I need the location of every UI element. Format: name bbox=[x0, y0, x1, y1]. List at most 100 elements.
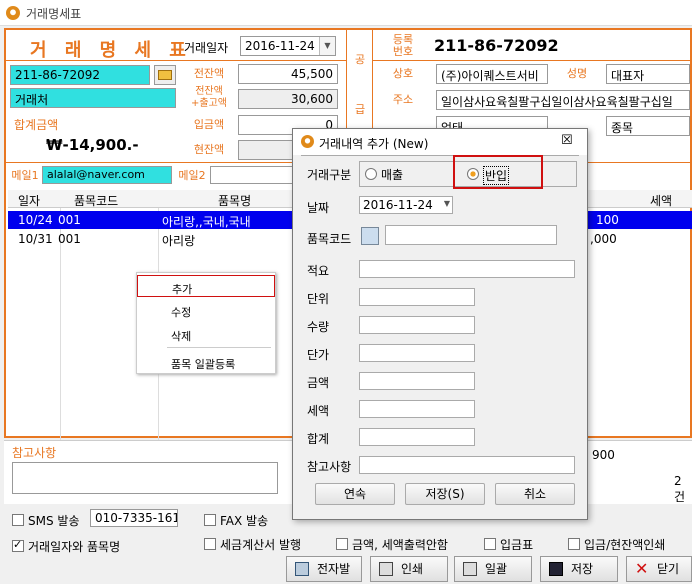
company-field[interactable]: (주)아이퀘스트서비 bbox=[436, 64, 548, 84]
total-field[interactable] bbox=[359, 428, 475, 446]
dialog-title: 거래내역 추가 (New) bbox=[319, 137, 429, 151]
summary-field[interactable] bbox=[359, 260, 575, 278]
prev-add-field: 30,600 bbox=[238, 89, 338, 109]
tax-label: 세액 bbox=[307, 404, 330, 418]
print-button[interactable]: 인쇄 bbox=[370, 556, 448, 582]
close-icon: ✕ bbox=[635, 559, 649, 578]
bulk-label: 일괄 bbox=[485, 562, 508, 576]
memo-right-count: 2건 bbox=[674, 474, 686, 504]
total-label: 합계 bbox=[307, 432, 330, 446]
amount-label: 금액 bbox=[307, 376, 330, 390]
buyer-biz-no[interactable]: 211-86-72092 bbox=[10, 65, 150, 85]
menu-separator bbox=[167, 347, 271, 348]
save-label: 저장 bbox=[571, 562, 594, 576]
menu-item-bulk-register[interactable]: 품목 일괄등록 bbox=[137, 351, 275, 373]
cell-tax: 100 bbox=[596, 213, 619, 227]
total-label: 합계금액 bbox=[14, 118, 59, 132]
deposit-label: 입금표 bbox=[500, 538, 534, 552]
deposit-checkbox[interactable] bbox=[484, 538, 496, 550]
cell-name: 아리랑 bbox=[162, 234, 196, 248]
ebill-button[interactable]: 전자발행 bbox=[286, 556, 362, 582]
fax-checkbox[interactable] bbox=[204, 514, 216, 526]
code-field[interactable] bbox=[385, 225, 557, 245]
address-label: 주소 bbox=[392, 93, 414, 106]
type-label: 거래구분 bbox=[307, 168, 352, 182]
fax-label: FAX 발송 bbox=[220, 514, 269, 528]
cancel-button[interactable]: 취소 bbox=[495, 483, 575, 505]
cell-name: 아리랑,,국내,국내 bbox=[162, 215, 251, 229]
qty-field[interactable] bbox=[359, 316, 475, 334]
app-icon bbox=[301, 135, 314, 148]
dialog-title-bar: 거래내역 추가 (New) ☒ bbox=[293, 129, 587, 155]
sms-phone-field[interactable]: 010-7335-1616 bbox=[90, 509, 178, 527]
window-title: 거래명세표 bbox=[26, 7, 82, 21]
divider bbox=[6, 60, 346, 61]
menu-item-delete[interactable]: 삭제 bbox=[137, 323, 275, 345]
search-icon[interactable] bbox=[361, 227, 379, 245]
memo-field[interactable] bbox=[359, 456, 575, 474]
address-field[interactable]: 일이삼사요육칠팔구십일이삼사요육칠팔구십일 bbox=[436, 90, 690, 110]
continue-button[interactable]: 연속 bbox=[315, 483, 395, 505]
supplier-side-char: 공 bbox=[354, 53, 366, 66]
amount-print-checkbox[interactable] bbox=[336, 538, 348, 550]
ceo-field[interactable]: 대표자 bbox=[606, 64, 690, 84]
radio-sale[interactable] bbox=[365, 168, 377, 180]
reg-no-label: 등록 번호 bbox=[392, 33, 414, 58]
date-value: 2016-11-24 bbox=[245, 39, 315, 53]
price-field[interactable] bbox=[359, 344, 475, 362]
memo-label: 참고사항 bbox=[307, 460, 352, 474]
memo-field[interactable] bbox=[12, 462, 278, 494]
ebill-label: 전자발행 bbox=[317, 562, 351, 576]
sms-label: SMS 발송 bbox=[28, 514, 80, 528]
app-icon bbox=[6, 6, 20, 20]
save-button[interactable]: 저장(S) bbox=[405, 483, 485, 505]
amount-print-label: 금액, 세액출력안함 bbox=[352, 538, 448, 552]
email2-label: 메일2 bbox=[178, 169, 206, 182]
divider bbox=[372, 60, 690, 61]
date-item-checkbox[interactable] bbox=[12, 538, 24, 552]
save-button[interactable]: 저장 bbox=[540, 556, 618, 582]
cell-tax: ,000 bbox=[590, 232, 617, 246]
date-label: 거래일자 bbox=[184, 41, 229, 55]
date-label: 날짜 bbox=[307, 201, 330, 215]
buyer-name[interactable]: 거래처 bbox=[10, 88, 176, 108]
print-label: 인쇄 bbox=[401, 562, 424, 576]
unit-field[interactable] bbox=[359, 288, 475, 306]
deposit-balance-checkbox[interactable] bbox=[568, 538, 580, 550]
return-label: 반입 bbox=[483, 166, 510, 185]
amount-field[interactable] bbox=[359, 372, 475, 390]
document-title: 거 래 명 세 표 bbox=[30, 40, 192, 61]
folder-icon[interactable] bbox=[154, 65, 176, 85]
col-code[interactable]: 품목코드 bbox=[74, 192, 118, 209]
email1-field[interactable]: alalal@naver.com bbox=[42, 166, 172, 184]
menu-item-edit[interactable]: 수정 bbox=[137, 299, 275, 321]
memo-right-value: 900 bbox=[592, 448, 615, 462]
floppy-icon bbox=[549, 562, 563, 576]
deposit-balance-label: 입금/현잔액인쇄 bbox=[584, 538, 666, 552]
sms-checkbox[interactable] bbox=[12, 514, 24, 526]
bulk-button[interactable]: 일괄 bbox=[454, 556, 532, 582]
company-label: 상호 bbox=[392, 67, 414, 80]
date-combo[interactable]: 2016-11-24 ▼ bbox=[240, 36, 336, 56]
radio-return[interactable] bbox=[467, 168, 479, 180]
prev-balance-field[interactable]: 45,500 bbox=[238, 64, 338, 84]
email2-field[interactable] bbox=[210, 166, 294, 184]
cur-balance-label: 현잔액 bbox=[193, 143, 225, 156]
prev-balance-label: 전잔액 bbox=[193, 67, 225, 80]
chevron-down-icon[interactable]: ▼ bbox=[444, 199, 450, 208]
menu-item-add[interactable]: 추가 bbox=[137, 275, 275, 297]
ceo-label: 성명 bbox=[566, 67, 588, 80]
chevron-down-icon[interactable]: ▼ bbox=[319, 37, 335, 55]
col-name[interactable]: 품목명 bbox=[218, 192, 251, 209]
tax-invoice-checkbox[interactable] bbox=[204, 538, 216, 550]
col-tax[interactable]: 세액 bbox=[650, 192, 672, 209]
dialog-date-combo[interactable]: 2016-11-24 ▼ bbox=[359, 196, 453, 214]
col-date[interactable]: 일자 bbox=[18, 192, 40, 209]
business-item-field[interactable]: 종목 bbox=[606, 116, 690, 136]
context-menu: 추가 수정 삭제 품목 일괄등록 bbox=[136, 272, 276, 374]
tax-field[interactable] bbox=[359, 400, 475, 418]
add-transaction-dialog: 거래내역 추가 (New) ☒ 거래구분 매출 반입 날짜 2016-11-24… bbox=[292, 128, 588, 520]
close-icon[interactable]: ☒ bbox=[561, 133, 573, 148]
printer-icon bbox=[463, 562, 477, 576]
close-button[interactable]: ✕ 닫기 bbox=[626, 556, 692, 582]
